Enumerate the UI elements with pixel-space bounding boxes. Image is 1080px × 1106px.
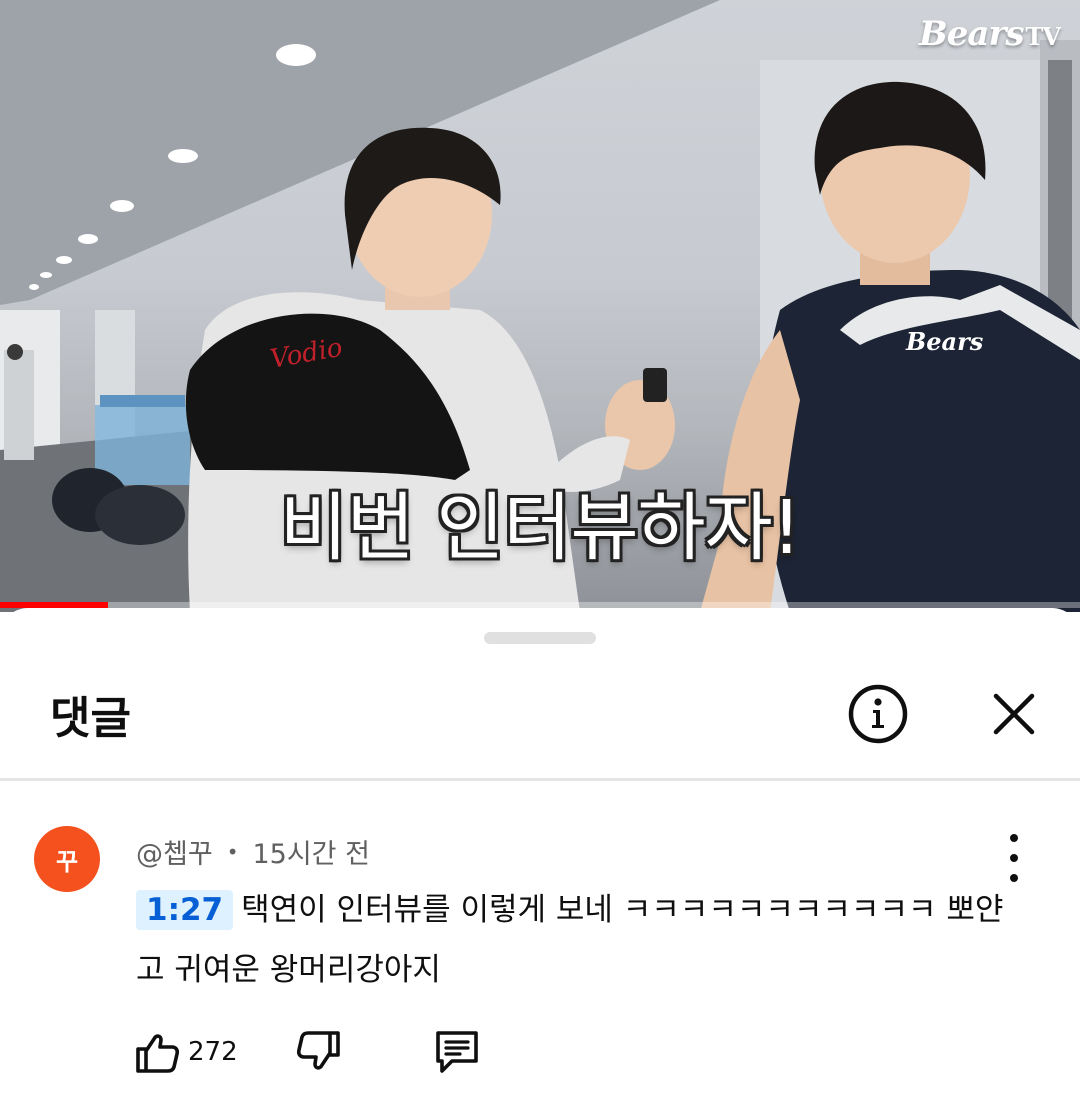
video-player[interactable]: Vodio Bears BearsTV 비번 인터뷰하자! — [0, 0, 1080, 612]
thumbs-down-icon — [296, 1031, 340, 1070]
comment-author[interactable]: @쳅꾸 — [136, 832, 213, 871]
dislike-button[interactable] — [296, 1029, 342, 1075]
close-button[interactable] — [982, 682, 1046, 746]
meta-separator: • — [226, 839, 239, 864]
avatar[interactable]: 꾸 — [34, 826, 100, 892]
comment-timestamp-link[interactable]: 1:27 — [136, 890, 234, 930]
channel-logo: BearsTV — [919, 14, 1061, 54]
avatar-initial: 꾸 — [55, 847, 79, 876]
like-button[interactable]: 272 — [134, 1029, 296, 1075]
sheet-title: 댓글 — [50, 693, 131, 744]
info-button[interactable] — [846, 682, 910, 746]
comment-body-text: 택연이 인터뷰를 이렇게 보네 ㅋㅋㅋㅋㅋㅋㅋㅋㅋㅋㅋ 뽀얀고 귀여운 왕머리강… — [136, 892, 1004, 988]
reply-icon — [435, 1031, 478, 1073]
more-vert-icon — [1010, 834, 1018, 842]
sheet-drag-handle[interactable] — [484, 632, 596, 644]
comment-text: 1:27 택연이 인터뷰를 이렇게 보네 ㅋㅋㅋㅋㅋㅋㅋㅋㅋㅋㅋ 뽀얀고 귀여운 … — [136, 880, 1016, 1000]
jersey-text: Bears — [905, 327, 984, 356]
thumbs-up-icon — [136, 1034, 180, 1073]
reply-button[interactable] — [432, 1027, 482, 1077]
sheet-divider — [0, 778, 1080, 781]
video-caption: 비번 인터뷰하자! — [279, 485, 802, 571]
close-icon — [993, 693, 1035, 735]
info-icon — [848, 684, 908, 744]
like-count: 272 — [188, 1037, 238, 1067]
comment-time: 15시간 전 — [252, 839, 370, 870]
comments-sheet: 댓글 꾸 @쳅꾸 • 15시간 전 1:27 택연이 인터뷰를 이렇게 보네 ㅋㅋ… — [0, 608, 1080, 1106]
comment-actions: 272 — [134, 1024, 482, 1080]
comment-meta: @쳅꾸 • 15시간 전 — [136, 832, 370, 871]
more-vert-button[interactable] — [994, 834, 1034, 882]
